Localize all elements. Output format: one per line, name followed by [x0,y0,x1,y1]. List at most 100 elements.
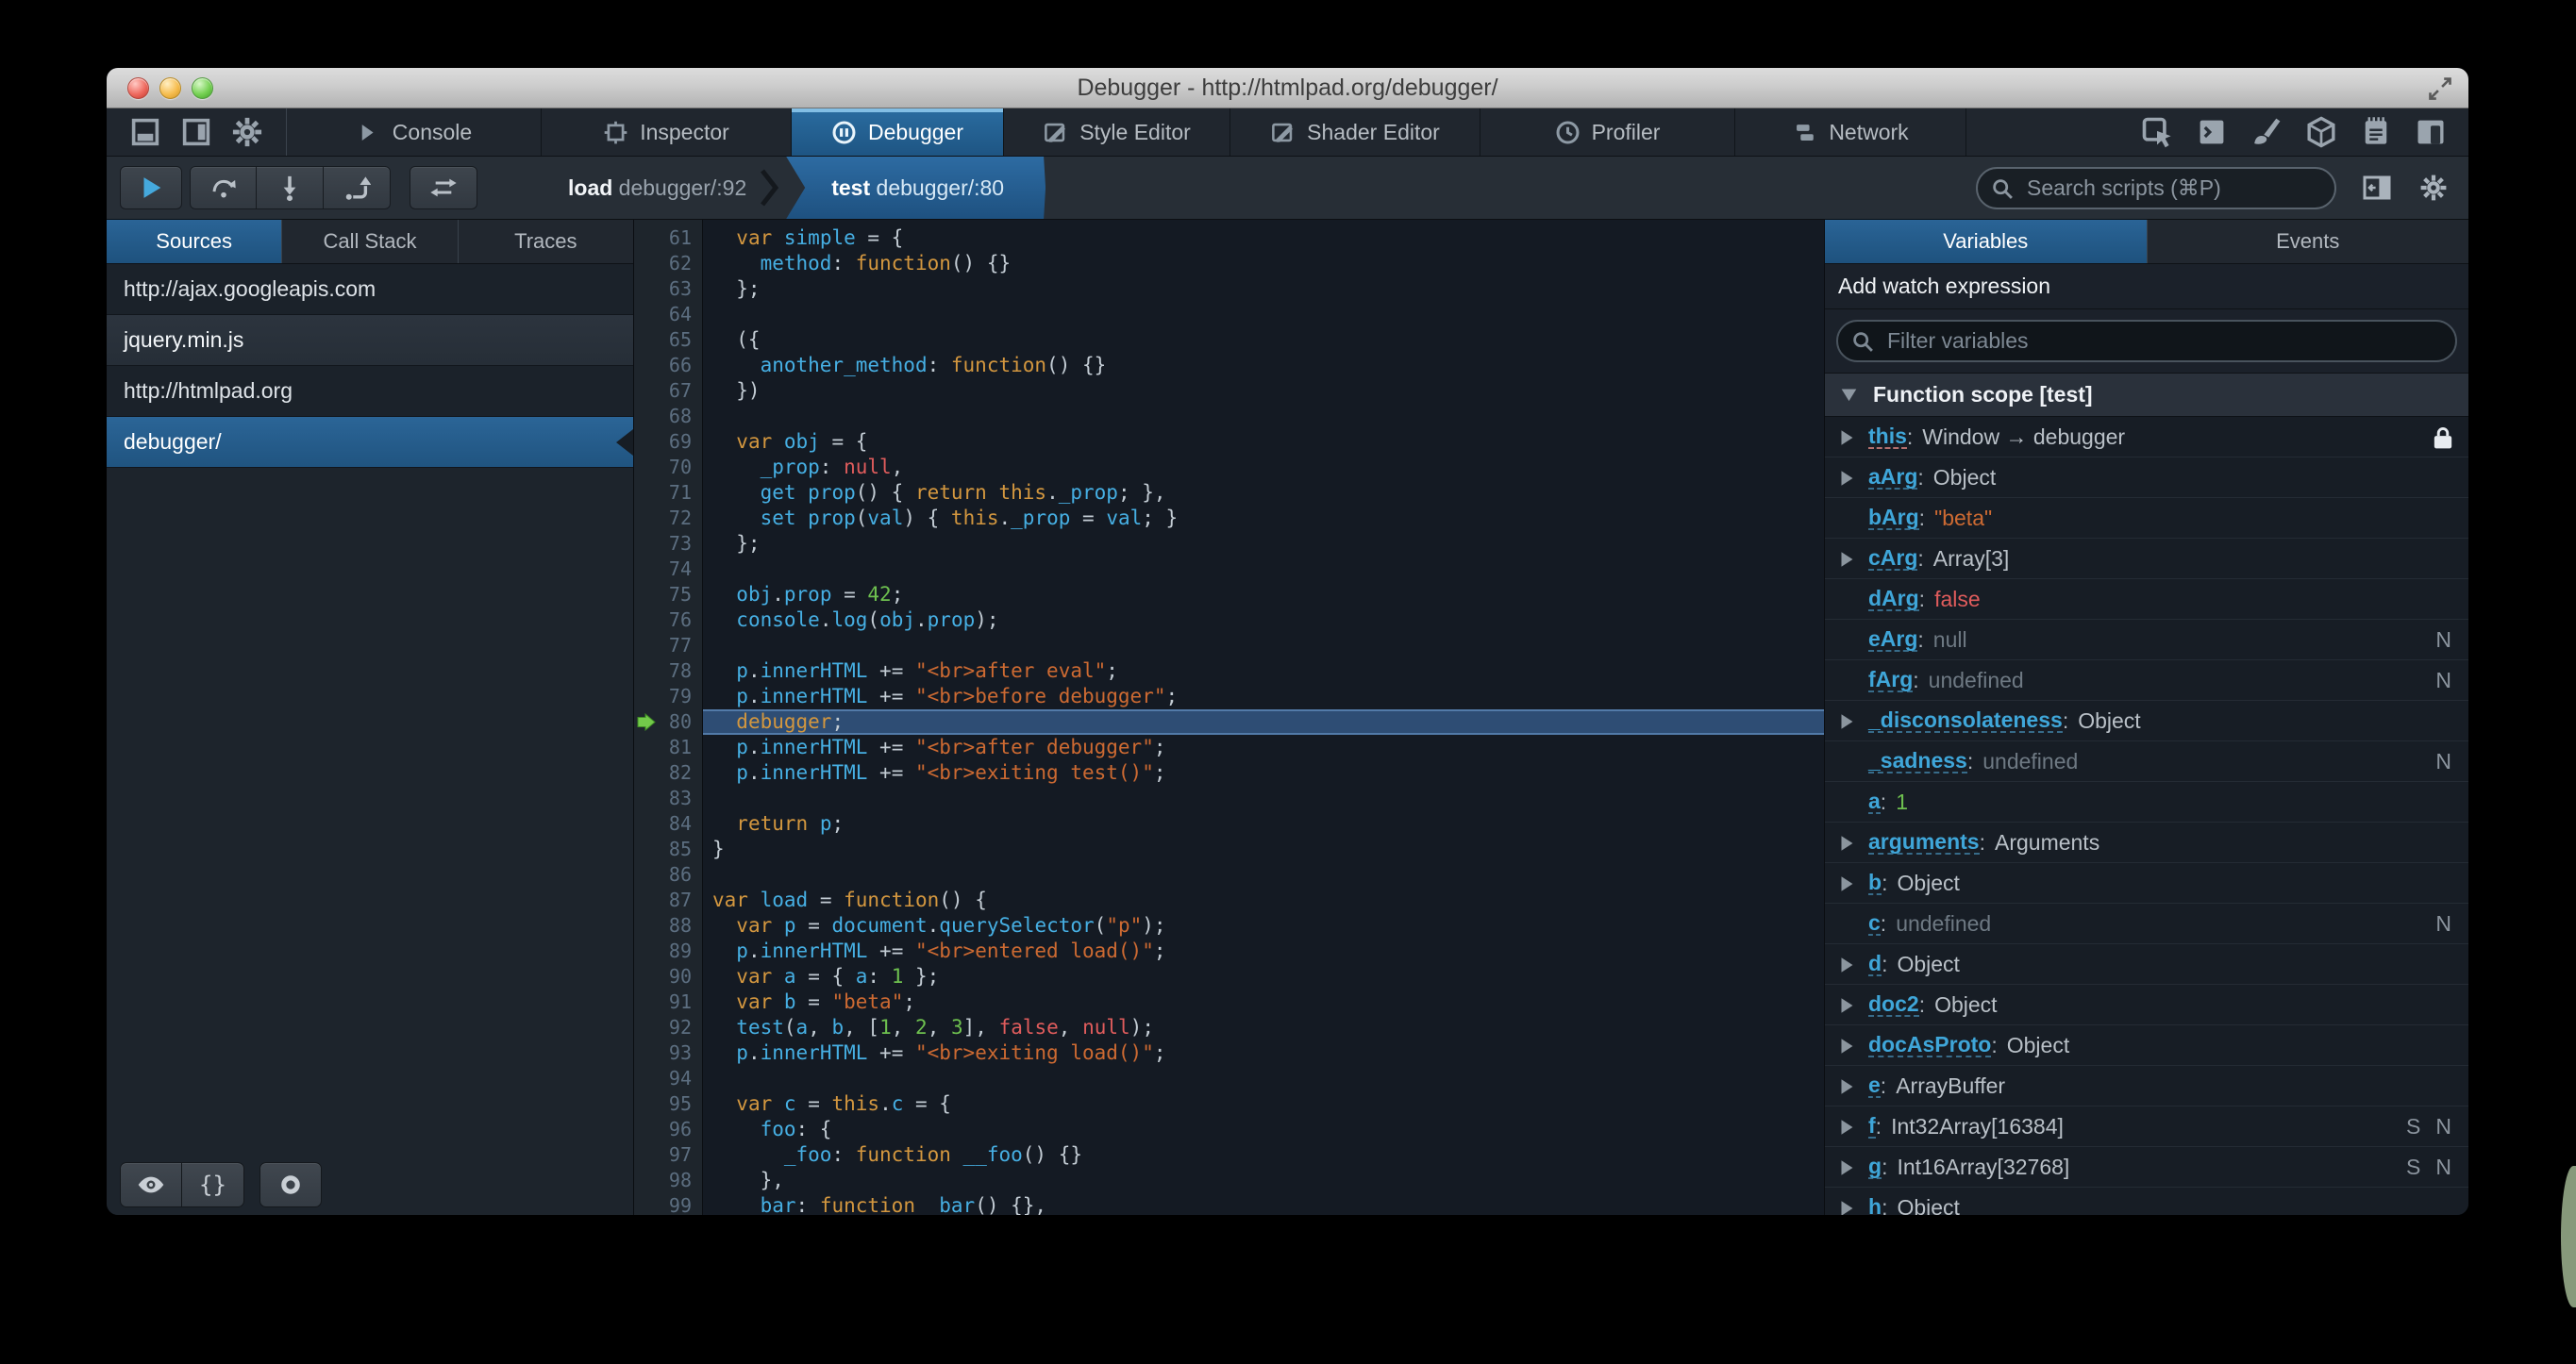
variable-name[interactable]: doc2 [1868,992,1919,1018]
code-line[interactable]: 64 [634,302,1824,327]
tab-style-editor[interactable]: Style Editor [1004,108,1230,156]
line-number[interactable]: 68 [634,404,703,429]
line-number[interactable]: 84 [634,811,703,837]
code-line[interactable]: 81 p.innerHTML += "<br>after debugger"; [634,735,1824,760]
variable-row[interactable]: eArg: null N [1825,620,2468,660]
code-line[interactable]: 88 var p = document.querySelector("p"); [634,913,1824,939]
line-number[interactable]: 95 [634,1091,703,1117]
variable-row[interactable]: a: 1 [1825,782,2468,823]
variables-tab-variables[interactable]: Variables [1825,220,2148,263]
code-line[interactable]: 92 test(a, b, [1, 2, 3], false, null); [634,1015,1824,1040]
step-out-button[interactable] [324,166,391,209]
line-number[interactable]: 92 [634,1015,703,1040]
variable-row[interactable]: c: undefined N [1825,904,2468,944]
code-line[interactable]: 78 p.innerHTML += "<br>after eval"; [634,658,1824,684]
code-line[interactable]: 63 }; [634,276,1824,302]
line-number[interactable]: 76 [634,607,703,633]
variable-name[interactable]: f [1868,1114,1876,1139]
split-console-icon[interactable] [2191,115,2233,149]
line-number[interactable]: 96 [634,1117,703,1142]
code-line[interactable]: 66 another_method: function() {} [634,353,1824,378]
code-line[interactable]: 79 p.innerHTML += "<br>before debugger"; [634,684,1824,709]
code-line[interactable]: 97 _foo: function __foo() {} [634,1142,1824,1168]
line-number[interactable]: 69 [634,429,703,455]
pick-element-icon[interactable] [2136,115,2178,149]
line-number[interactable]: 81 [634,735,703,760]
line-number[interactable]: 83 [634,786,703,811]
debugger-options-gear-icon[interactable] [2417,173,2450,203]
toggle-panes-icon[interactable] [2361,173,2393,203]
line-number[interactable]: 87 [634,888,703,913]
variable-name[interactable]: arguments [1868,830,1980,856]
code-line[interactable]: 94 [634,1066,1824,1091]
line-number[interactable]: 75 [634,582,703,607]
code-line[interactable]: 90 var a = { a: 1 }; [634,964,1824,990]
code-line[interactable]: 96 foo: { [634,1117,1824,1142]
scratchpad-icon[interactable] [2355,115,2397,149]
code-line[interactable]: 95 var c = this.c = { [634,1091,1824,1117]
variable-name[interactable]: dArg [1868,587,1919,612]
source-item[interactable]: jquery.min.js [107,315,633,366]
line-number[interactable]: 98 [634,1168,703,1193]
code-line[interactable]: 87 var load = function() { [634,888,1824,913]
variable-name[interactable]: this [1868,424,1907,450]
line-number[interactable]: 88 [634,913,703,939]
tab-inspector[interactable]: Inspector [542,108,792,156]
variables-tab-events[interactable]: Events [2148,220,2469,263]
titlebar[interactable]: Debugger - http://htmlpad.org/debugger/ [107,68,2468,108]
tab-network[interactable]: Network [1735,108,1966,156]
chevron-down-icon[interactable] [1840,388,1858,402]
source-item[interactable]: debugger/ [107,417,633,468]
line-number[interactable]: 64 [634,302,703,327]
line-number[interactable]: 97 [634,1142,703,1168]
code-line[interactable]: 74 [634,557,1824,582]
line-number[interactable]: 99 [634,1193,703,1215]
variable-name[interactable]: fArg [1868,668,1914,693]
line-number[interactable]: 71 [634,480,703,506]
line-number[interactable]: 94 [634,1066,703,1091]
variable-row[interactable]: arguments: Arguments [1825,823,2468,863]
code-line[interactable]: 65 ({ [634,327,1824,353]
variable-row[interactable]: bArg: "beta" [1825,498,2468,539]
line-number[interactable]: 73 [634,531,703,557]
code-line[interactable]: 73 }; [634,531,1824,557]
line-number[interactable]: 65 [634,327,703,353]
expand-arrow-icon[interactable] [1840,1197,1868,1215]
dock-bottom-icon[interactable] [124,115,167,149]
line-number[interactable]: 74 [634,557,703,582]
variable-name[interactable]: _disconsolateness [1868,708,2063,734]
code-line[interactable]: 93 p.innerHTML += "<br>exiting load()"; [634,1040,1824,1066]
expand-arrow-icon[interactable] [1840,1035,1868,1056]
gear-icon[interactable] [226,115,269,149]
variable-row[interactable]: dArg: false [1825,579,2468,620]
code-line[interactable]: 61 var simple = { [634,225,1824,251]
code-line[interactable]: 71 get prop() { return this._prop; }, [634,480,1824,506]
variable-row[interactable]: _sadness: undefined N [1825,741,2468,782]
code-line[interactable]: 62 method: function() {} [634,251,1824,276]
line-number[interactable]: 78 [634,658,703,684]
code-line[interactable]: 68 [634,404,1824,429]
line-number[interactable]: 70 [634,455,703,480]
line-number[interactable]: 86 [634,862,703,888]
code-line[interactable]: 76 console.log(obj.prop); [634,607,1824,633]
variable-name[interactable]: e [1868,1073,1881,1099]
code-line[interactable]: 69 var obj = { [634,429,1824,455]
code-line[interactable]: 80 debugger; [634,709,1824,735]
expand-arrow-icon[interactable] [1840,1116,1868,1137]
variable-row[interactable]: d: Object [1825,944,2468,985]
tab-profiler[interactable]: Profiler [1480,108,1735,156]
resume-button[interactable] [120,166,182,209]
variable-row[interactable]: f: Int32Array[16384] S N [1825,1106,2468,1147]
filter-variables-input[interactable] [1836,320,2457,362]
variable-row[interactable]: doc2: Object [1825,985,2468,1025]
expand-arrow-icon[interactable] [1840,548,1868,569]
code-line[interactable]: 99 bar: function _bar() {}, [634,1193,1824,1215]
line-number[interactable]: 91 [634,990,703,1015]
code-line[interactable]: 67 }) [634,378,1824,404]
variable-row[interactable]: _disconsolateness: Object [1825,701,2468,741]
line-number[interactable]: 67 [634,378,703,404]
code-line[interactable]: 91 var b = "beta"; [634,990,1824,1015]
variable-name[interactable]: a [1868,790,1881,815]
variable-name[interactable]: aArg [1868,465,1918,491]
variable-row[interactable]: docAsProto: Object [1825,1025,2468,1066]
